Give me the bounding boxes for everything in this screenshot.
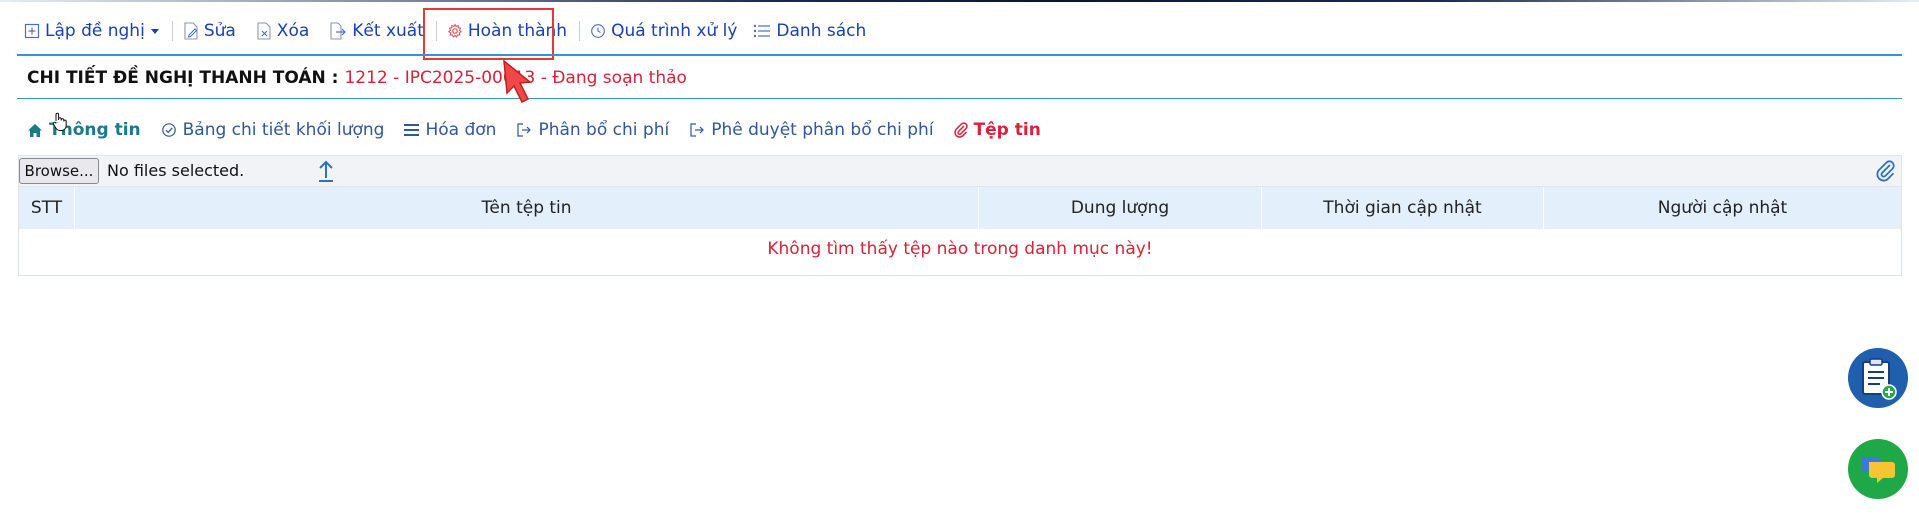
tab-invoices-label: Hóa đơn	[425, 120, 497, 140]
title-divider	[17, 98, 1902, 99]
bars-icon	[404, 124, 420, 136]
home-icon	[28, 123, 42, 137]
detail-tabs: Thông tin Bảng chi tiết khối lượng Hóa đ…	[27, 117, 1041, 143]
delete-label: Xóa	[276, 21, 310, 41]
tab-cost-allocation-label: Phân bổ chi phí	[538, 120, 670, 140]
browse-button[interactable]: Browse...	[19, 158, 99, 184]
list-label: Danh sách	[776, 21, 867, 41]
sign-out-icon	[517, 123, 532, 137]
tab-cost-allocation-approval[interactable]: Phê duyệt phân bổ chi phí	[689, 120, 934, 140]
clipboard-add-icon	[1862, 358, 1897, 400]
toolbar-separator	[435, 21, 437, 41]
complete-label: Hoàn thành	[467, 21, 568, 41]
create-request-label: Lập đề nghị	[45, 21, 145, 41]
export-label: Kết xuất	[352, 21, 424, 41]
file-upload-bar: Browse... No files selected.	[18, 155, 1902, 187]
mouse-hand-cursor-icon	[52, 112, 67, 131]
column-header-size: Dung lượng	[979, 187, 1262, 229]
chat-bubble-icon	[1861, 457, 1895, 483]
paperclip-icon	[953, 122, 968, 138]
delete-doc-icon	[257, 22, 271, 40]
toolbar-divider	[17, 54, 1902, 56]
toolbar-separator	[579, 21, 581, 41]
table-header: STT Tên tệp tin Dung lượng Thời gian cập…	[19, 187, 1901, 229]
history-icon	[591, 24, 605, 38]
file-selection-status: No files selected.	[107, 161, 245, 180]
column-header-updated-by: Người cập nhật	[1657, 198, 1788, 218]
window-top-strip	[0, 0, 1919, 2]
page-title: CHI TIẾT ĐỀ NGHỊ THANH TOÁN : 1212 - IPC…	[27, 66, 687, 90]
edit-button[interactable]: Sửa	[181, 21, 238, 41]
files-table: STT Tên tệp tin Dung lượng Thời gian cập…	[18, 187, 1902, 276]
list-icon	[754, 24, 771, 38]
add-document-fab[interactable]	[1848, 348, 1908, 408]
process-history-button[interactable]: Quá trình xử lý	[588, 21, 739, 41]
column-header-updated-time: Thời gian cập nhật	[1262, 187, 1544, 229]
attach-icon[interactable]	[1875, 160, 1897, 182]
plus-square-icon	[24, 23, 40, 39]
caret-down-icon	[150, 29, 159, 34]
process-history-label: Quá trình xử lý	[611, 21, 738, 41]
tab-cost-allocation[interactable]: Phân bổ chi phí	[516, 120, 669, 140]
page-title-label: CHI TIẾT ĐỀ NGHỊ THANH TOÁN :	[27, 68, 339, 88]
tab-files-label: Tệp tin	[973, 120, 1041, 140]
column-header-stt: STT	[19, 187, 75, 229]
action-toolbar: Lập đề nghị Sửa Xóa Kết xuất Hoàn thành …	[22, 14, 868, 48]
create-request-button[interactable]: Lập đề nghị	[22, 21, 162, 41]
delete-button[interactable]: Xóa	[254, 21, 311, 41]
tab-cost-allocation-approval-label: Phê duyệt phân bổ chi phí	[711, 120, 934, 140]
toolbar-separator	[171, 21, 173, 41]
list-button[interactable]: Danh sách	[751, 21, 868, 41]
export-button[interactable]: Kết xuất	[327, 21, 426, 41]
sign-out-icon	[690, 123, 705, 137]
tab-info[interactable]: Thông tin	[27, 120, 141, 140]
complete-button[interactable]: Hoàn thành	[445, 21, 569, 41]
empty-table-message: Không tìm thấy tệp nào trong danh mục nà…	[767, 239, 1153, 259]
edit-label: Sửa	[203, 21, 236, 41]
edit-doc-icon	[184, 22, 198, 40]
red-pointer-arrow-icon	[503, 59, 532, 104]
tab-files[interactable]: Tệp tin	[953, 120, 1041, 140]
chat-fab[interactable]	[1848, 439, 1908, 499]
tab-invoices[interactable]: Hóa đơn	[404, 120, 496, 140]
gear-icon	[447, 23, 462, 38]
check-circle-icon	[161, 123, 176, 137]
upload-arrow-icon[interactable]	[316, 159, 336, 183]
export-icon	[330, 22, 347, 40]
tab-volume-details-label: Bảng chi tiết khối lượng	[182, 120, 385, 140]
tab-volume-details[interactable]: Bảng chi tiết khối lượng	[161, 120, 385, 140]
column-header-file-name: Tên tệp tin	[75, 187, 979, 229]
